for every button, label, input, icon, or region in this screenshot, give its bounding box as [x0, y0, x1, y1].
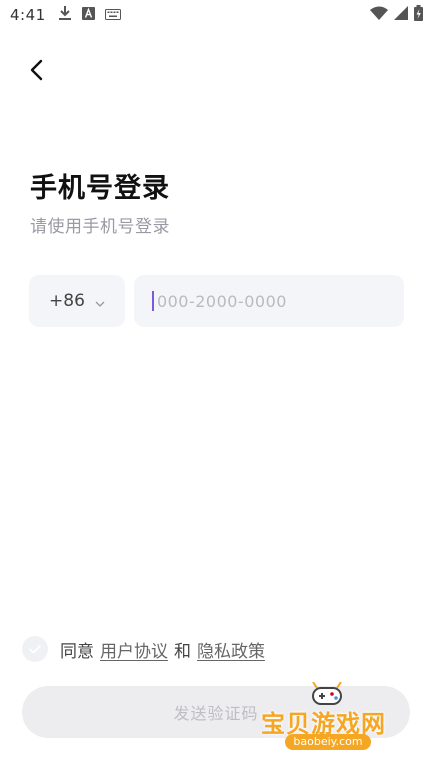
phone-number-input[interactable]	[154, 290, 386, 312]
phone-input-container[interactable]	[134, 275, 404, 327]
signal-icon	[394, 6, 408, 24]
agreement-prefix: 同意	[60, 641, 94, 662]
country-code-value: +86	[49, 291, 85, 311]
agreement-row: 同意 用户协议 和 隐私政策	[22, 636, 269, 662]
back-button[interactable]	[22, 58, 50, 86]
battery-icon	[414, 5, 423, 25]
wifi-icon	[370, 6, 388, 24]
back-arrow-icon	[29, 59, 43, 85]
agreement-and: 和	[174, 641, 191, 662]
chevron-down-icon	[95, 292, 105, 311]
text-cursor	[152, 291, 154, 311]
keyboard-icon	[104, 6, 121, 24]
notification-icons	[58, 5, 121, 25]
country-code-select[interactable]: +86	[29, 275, 125, 327]
login-screen: 4:41 手机号登录 请使用手机号登录 +86 000-2000-0000 同意…	[0, 0, 433, 769]
check-icon	[28, 639, 42, 659]
status-time: 4:41	[10, 6, 46, 24]
agreement-checkbox[interactable]	[22, 636, 48, 662]
page-subtitle: 请使用手机号登录	[30, 217, 170, 237]
system-icons	[370, 5, 423, 25]
page-title: 手机号登录	[30, 173, 170, 204]
privacy-policy-link[interactable]: 隐私政策	[197, 637, 265, 662]
font-icon	[81, 6, 95, 24]
send-code-button[interactable]: 发送验证码	[22, 686, 410, 738]
status-bar: 4:41	[0, 0, 433, 30]
user-agreement-link[interactable]: 用户协议	[100, 637, 168, 662]
download-icon	[58, 5, 72, 25]
